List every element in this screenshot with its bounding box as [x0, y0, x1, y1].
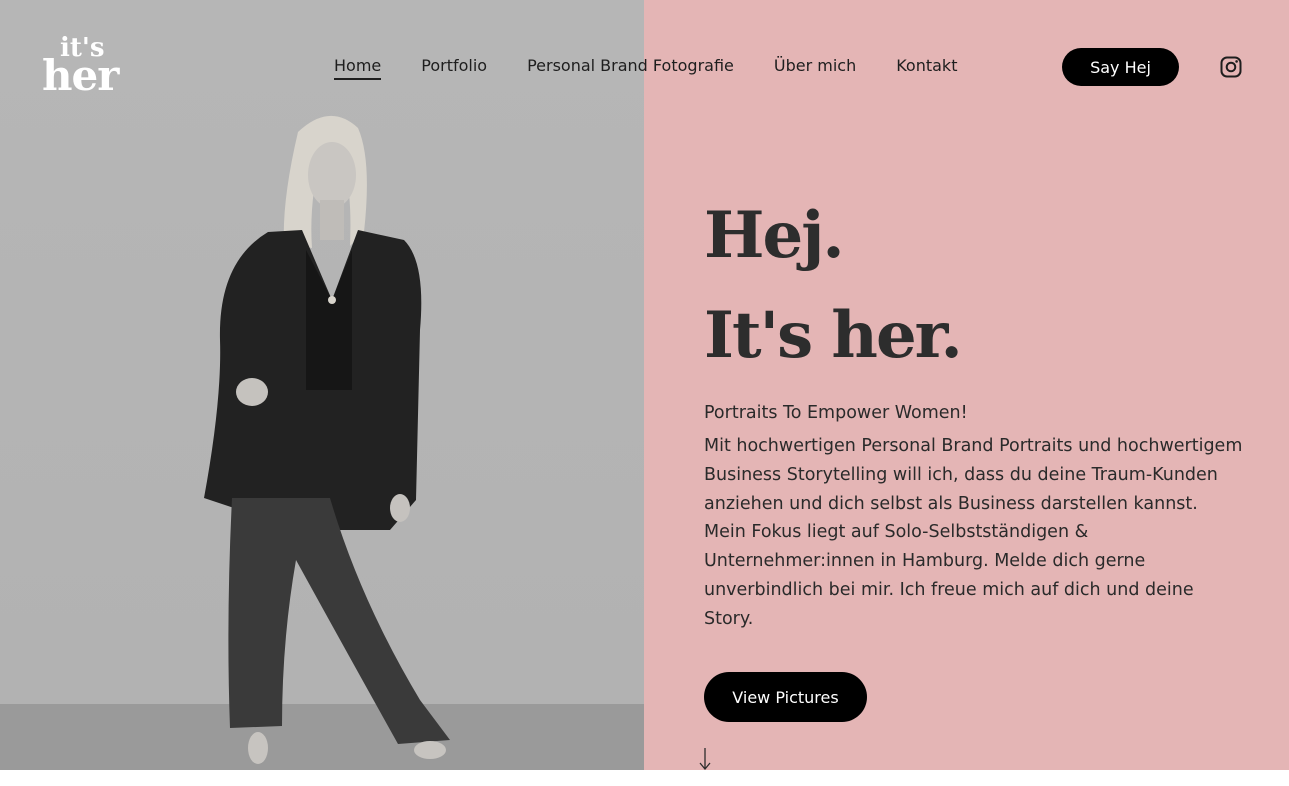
nav-kontakt[interactable]: Kontakt [896, 56, 957, 80]
nav-personal-brand[interactable]: Personal Brand Fotografie [527, 56, 734, 80]
instagram-icon[interactable] [1220, 56, 1242, 78]
arrow-down-icon[interactable] [698, 748, 712, 770]
hero-text-panel [644, 0, 1289, 770]
logo-line-2: her [42, 51, 119, 101]
hero-photo [0, 0, 644, 770]
hero-section: it's her Home Portfolio Personal Brand F… [0, 0, 1289, 770]
hero-heading-line-2: It's her. [704, 298, 963, 373]
hero-heading-line-1: Hej. [704, 198, 845, 273]
main-nav: Home Portfolio Personal Brand Fotografie… [334, 56, 957, 80]
woman-portrait-illustration [204, 115, 450, 764]
hero-description: Mit hochwertigen Personal Brand Portrait… [704, 436, 1243, 629]
hero-tagline: Portraits To Empower Women! [704, 403, 968, 423]
view-pictures-button[interactable]: View Pictures [704, 672, 867, 722]
site-logo[interactable]: it's her [42, 35, 119, 101]
say-hej-button[interactable]: Say Hej [1062, 48, 1179, 86]
nav-portfolio[interactable]: Portfolio [421, 56, 487, 80]
nav-ueber-mich[interactable]: Über mich [774, 56, 856, 80]
nav-home[interactable]: Home [334, 56, 382, 80]
